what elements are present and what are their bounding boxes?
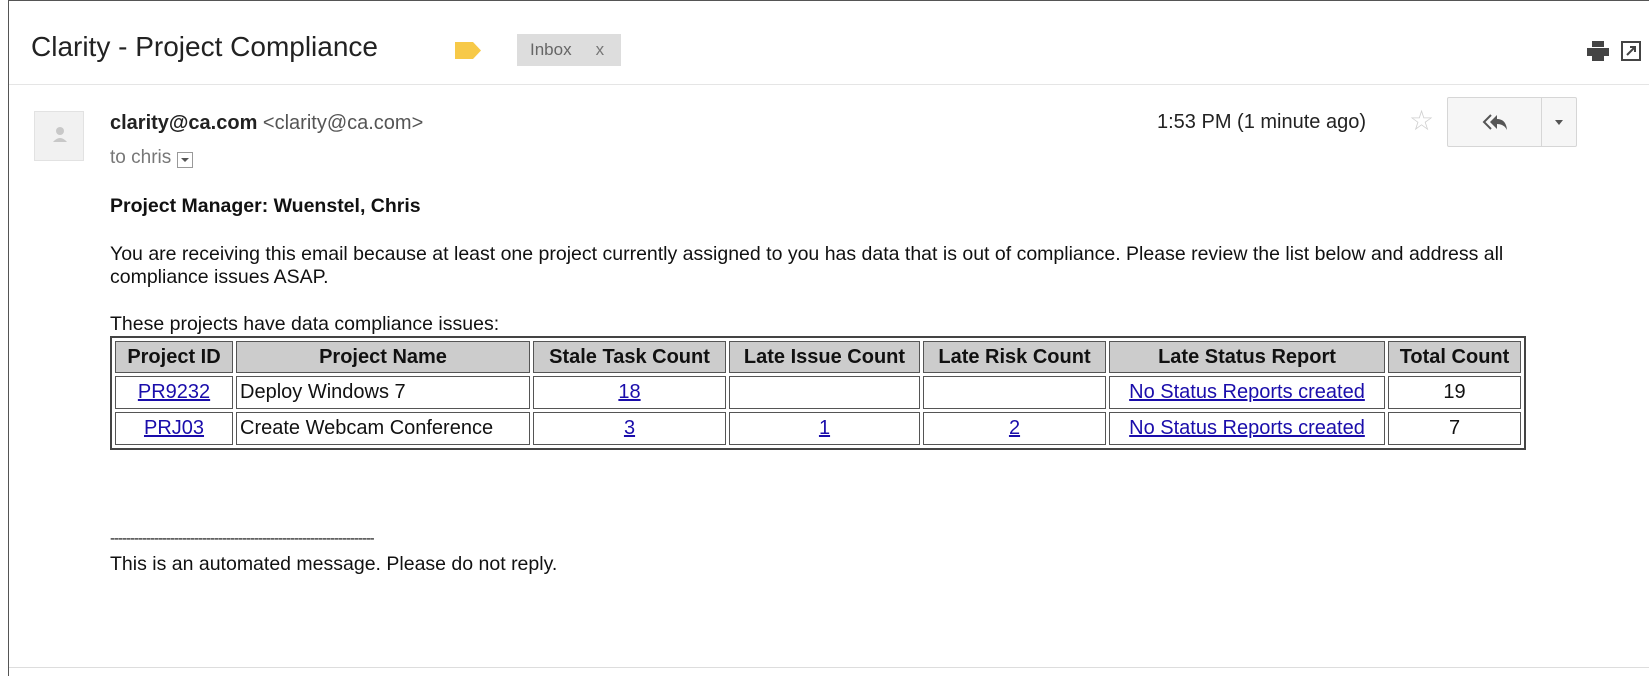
column-header: Stale Task Count xyxy=(533,341,726,373)
reply-all-icon xyxy=(1482,114,1507,130)
table-row: PR9232 Deploy Windows 7 18 No Status Rep… xyxy=(115,376,1521,409)
remove-label-button[interactable]: x xyxy=(596,40,605,60)
column-header: Project Name xyxy=(236,341,530,373)
late-issue-cell: 1 xyxy=(729,412,920,445)
star-icon[interactable]: ☆ xyxy=(1409,104,1434,137)
email-subject: Clarity - Project Compliance xyxy=(31,31,378,62)
column-header: Late Status Report xyxy=(1109,341,1385,373)
total-count-cell: 7 xyxy=(1388,412,1521,445)
project-manager-line: Project Manager: Wuenstel, Chris xyxy=(110,195,421,217)
stale-task-cell: 18 xyxy=(533,376,726,409)
project-id-link[interactable]: PR9232 xyxy=(138,381,210,403)
total-count-cell: 19 xyxy=(1388,376,1521,409)
project-id-link[interactable]: PRJ03 xyxy=(144,417,204,439)
sender-line: clarity@ca.com <clarity@ca.com> xyxy=(110,112,423,135)
signature-divider: ----------------------------------------… xyxy=(110,530,375,547)
footer-note: This is an automated message. Please do … xyxy=(110,553,558,575)
project-id-cell: PRJ03 xyxy=(115,412,233,445)
late-issue-cell xyxy=(729,376,920,409)
project-name-cell: Create Webcam Conference xyxy=(236,412,530,445)
late-issue-link[interactable]: 1 xyxy=(819,417,830,439)
recipient-text: to chris xyxy=(110,147,172,168)
reply-all-button[interactable] xyxy=(1448,98,1542,146)
avatar-icon xyxy=(53,127,67,142)
column-header: Total Count xyxy=(1388,341,1521,373)
project-id-cell: PR9232 xyxy=(115,376,233,409)
compliance-table: Project ID Project Name Stale Task Count… xyxy=(110,336,1526,450)
email-time: 1:53 PM (1 minute ago) xyxy=(1157,111,1366,133)
late-risk-link[interactable]: 2 xyxy=(1009,417,1020,439)
status-report-link[interactable]: No Status Reports created xyxy=(1129,417,1365,439)
inbox-label-text: Inbox xyxy=(530,40,572,59)
avatar xyxy=(34,111,84,161)
subject-bar: Clarity - Project Compliance Inbox x xyxy=(9,1,1649,85)
top-icons xyxy=(1587,41,1641,66)
more-actions-button[interactable] xyxy=(1542,98,1576,146)
status-report-link[interactable]: No Status Reports created xyxy=(1129,381,1365,403)
late-risk-cell: 2 xyxy=(923,412,1106,445)
email-body: Project Manager: Wuenstel, Chris You are… xyxy=(110,195,1640,576)
column-header: Late Issue Count xyxy=(729,341,920,373)
email-frame: Clarity - Project Compliance Inbox x cla… xyxy=(8,0,1649,676)
status-report-cell: No Status Reports created xyxy=(1109,376,1385,409)
bottom-rule xyxy=(9,667,1649,668)
recipient-line: to chris xyxy=(110,147,194,169)
chevron-down-icon xyxy=(1555,119,1563,125)
sender-name[interactable]: clarity@ca.com xyxy=(110,112,257,134)
table-caption: These projects have data compliance issu… xyxy=(110,313,500,335)
new-window-icon[interactable] xyxy=(1621,41,1641,66)
table-header-row: Project ID Project Name Stale Task Count… xyxy=(115,341,1521,373)
sender-email: <clarity@ca.com> xyxy=(262,112,424,134)
table-row: PRJ03 Create Webcam Conference 3 1 2 No … xyxy=(115,412,1521,445)
show-details-button[interactable] xyxy=(177,152,194,168)
stale-task-link[interactable]: 3 xyxy=(624,417,635,439)
inbox-label-chip[interactable]: Inbox x xyxy=(517,34,621,66)
late-risk-cell xyxy=(923,376,1106,409)
stale-task-link[interactable]: 18 xyxy=(618,381,640,403)
project-name-cell: Deploy Windows 7 xyxy=(236,376,530,409)
intro-paragraph: You are receiving this email because at … xyxy=(110,243,1504,288)
status-report-cell: No Status Reports created xyxy=(1109,412,1385,445)
print-icon[interactable] xyxy=(1587,41,1609,66)
reply-button-group xyxy=(1447,97,1577,147)
column-header: Late Risk Count xyxy=(923,341,1106,373)
column-header: Project ID xyxy=(115,341,233,373)
stale-task-cell: 3 xyxy=(533,412,726,445)
label-tag-icon[interactable] xyxy=(455,42,481,59)
